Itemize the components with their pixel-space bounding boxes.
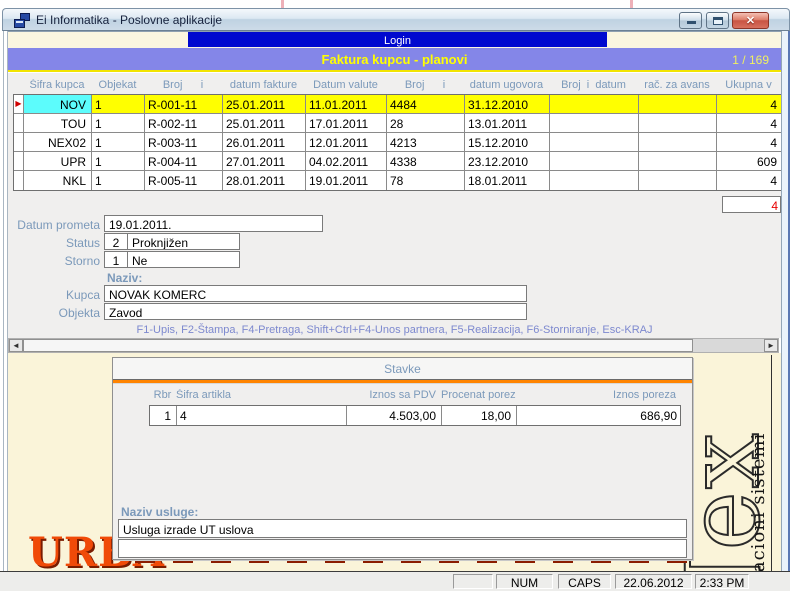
status-label: Status <box>5 236 100 250</box>
naziv-usluge-label: Naziv usluge: <box>121 505 198 519</box>
table-row-selected[interactable]: ▶ NOV 1 R-001-11 25.01.2011 11.01.2011 4… <box>14 95 781 114</box>
col-header-broj-2: Broj i <box>386 79 464 94</box>
caps-lock-indicator: CAPS <box>558 574 611 589</box>
stavke-title: Stavke <box>113 358 692 379</box>
scrollbar-thumb[interactable] <box>23 339 693 352</box>
function-key-hints: F1-Upis, F2-Štampa, F4-Pretraga, Shift+C… <box>8 324 781 338</box>
vertical-scrollbar[interactable] <box>781 31 790 571</box>
naziv-usluge-input[interactable]: Usluga izrade UT uslova <box>118 519 687 538</box>
objekta-label: Objekta <box>5 306 100 320</box>
close-button[interactable]: ✕ <box>732 12 769 29</box>
col-header-rbr: Rbr <box>149 389 176 404</box>
desktop-artifact <box>281 0 284 8</box>
col-header-objekat: Objekat <box>91 79 144 94</box>
login-label: Login <box>188 32 607 47</box>
col-header-iznos-sa-pdv: Iznos sa PDV <box>346 389 441 404</box>
invoice-table-header: Šifra kupca Objekat Broj i datum fakture… <box>13 79 781 94</box>
page-title: Faktura kupcu - planovi <box>8 52 781 67</box>
total-field: 4 <box>722 196 781 213</box>
table-row[interactable]: UPR 1 R-004-11 27.01.2011 04.02.2011 433… <box>14 152 781 171</box>
stavke-divider <box>113 379 692 384</box>
status-name-field[interactable]: Proknjižen <box>127 233 240 250</box>
table-row[interactable]: TOU 1 R-002-11 25.01.2011 17.01.2011 28 … <box>14 114 781 133</box>
minimize-button[interactable] <box>679 12 702 29</box>
col-header-sifra-kupca: Šifra kupca <box>23 79 91 94</box>
stavke-row[interactable]: 1 4 4.503,00 18,00 686,90 <box>150 406 680 425</box>
storno-name-field[interactable]: Ne <box>127 251 240 268</box>
close-icon: ✕ <box>733 14 768 27</box>
maximize-icon <box>713 17 723 25</box>
objekta-input[interactable]: Zavod <box>104 303 527 320</box>
col-header-iznos-poreza: Iznos poreza <box>516 389 681 404</box>
horizontal-scrollbar[interactable]: ◄ ► <box>8 338 779 353</box>
lower-panel: Nex Informacioni sistemi URBA Stavke Rbr… <box>8 353 781 571</box>
status-time: 2:33 PM <box>695 574 749 589</box>
naziv-usluge-input-2[interactable] <box>118 539 687 558</box>
stavke-table-header: Rbr Šifra artikla Iznos sa PDV Procenat … <box>149 389 681 404</box>
status-empty-panel <box>453 574 493 589</box>
storno-code-input[interactable]: 1 <box>104 251 128 268</box>
desktop-background <box>0 0 790 8</box>
status-code-input[interactable]: 2 <box>104 233 128 250</box>
naziv-heading: Naziv: <box>107 271 142 285</box>
col-header-procenat-poreza: Procenat poreza <box>441 389 516 404</box>
kupca-label: Kupca <box>5 288 100 302</box>
stavke-panel: Stavke Rbr Šifra artikla Iznos sa PDV Pr… <box>112 357 693 560</box>
desktop-artifact <box>630 0 633 8</box>
datum-prometa-label: Datum prometa <box>5 218 100 232</box>
maximize-button[interactable] <box>706 12 729 29</box>
col-header-broj-i-datum: Broj i datum <box>549 79 638 94</box>
window-frame-left <box>3 31 4 591</box>
login-bar: Login <box>188 32 607 47</box>
num-lock-indicator: NUM <box>496 574 553 589</box>
nex-subtitle-watermark: Informacioni sistemi <box>745 355 772 571</box>
table-row[interactable]: NKL 1 R-005-11 28.01.2011 19.01.2011 78 … <box>14 171 781 190</box>
title-bar[interactable]: Ei Informatika - Poslovne aplikacije ✕ <box>2 8 790 31</box>
scroll-right-icon[interactable]: ► <box>764 339 778 352</box>
application-window: Ei Informatika - Poslovne aplikacije ✕ L… <box>0 0 790 591</box>
col-header-ukupna: Ukupna v <box>716 79 781 94</box>
kupca-input[interactable]: NOVAK KOMERC <box>104 285 527 302</box>
status-bar: NUM CAPS 22.06.2012 2:33 PM <box>0 571 790 591</box>
col-header-datum-valute: Datum valute <box>305 79 386 94</box>
storno-label: Storno <box>5 254 100 268</box>
col-header-rac-za-avans: rač. za avans <box>638 79 716 94</box>
app-icon <box>14 13 30 28</box>
col-header-datum-fakture: datum fakture <box>222 79 305 94</box>
status-date: 22.06.2012 <box>615 574 692 589</box>
col-header-datum-ugovora: datum ugovora <box>464 79 549 94</box>
minimize-icon <box>687 21 696 24</box>
stavke-table: 1 4 4.503,00 18,00 686,90 <box>149 405 681 426</box>
record-counter: 1 / 169 <box>732 53 769 67</box>
invoice-table: ▶ NOV 1 R-001-11 25.01.2011 11.01.2011 4… <box>13 94 781 191</box>
page-header: Faktura kupcu - planovi 1 / 169 <box>8 48 781 70</box>
col-header-broj: Broj i <box>144 79 222 94</box>
datum-prometa-input[interactable]: 19.01.2011. <box>104 215 323 232</box>
scroll-left-icon[interactable]: ◄ <box>9 339 23 352</box>
col-header-sifra-artikla: Šifra artikla <box>176 389 346 404</box>
window-title: Ei Informatika - Poslovne aplikacije <box>36 13 222 27</box>
table-row[interactable]: NEX02 1 R-003-11 26.01.2011 12.01.2011 4… <box>14 133 781 152</box>
row-marker-icon: ▶ <box>14 95 24 113</box>
